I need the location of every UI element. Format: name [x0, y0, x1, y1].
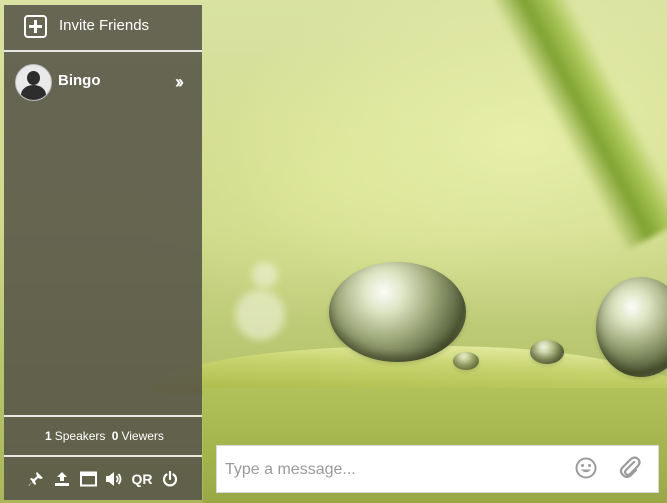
- user-list-item[interactable]: Bingo ››: [4, 55, 202, 105]
- grass-blade-decoration: [470, 0, 667, 252]
- blurred-drop-decoration: [252, 262, 278, 288]
- sidebar-toolbar: QR: [4, 457, 202, 500]
- pin-icon[interactable]: [26, 469, 46, 489]
- water-drop-decoration: [329, 262, 466, 362]
- speakers-label: Speakers: [54, 429, 106, 443]
- paperclip-icon[interactable]: [619, 456, 641, 480]
- upload-icon[interactable]: [52, 469, 72, 489]
- user-name: Bingo: [58, 72, 101, 89]
- invite-friends-button[interactable]: Invite Friends: [4, 5, 202, 52]
- plus-square-icon: [24, 15, 47, 38]
- sidebar: Invite Friends Bingo ›› 1 Speakers 0 Viewe…: [4, 5, 202, 500]
- power-icon[interactable]: [160, 469, 180, 489]
- volume-icon[interactable]: [104, 469, 124, 489]
- water-drop-decoration: [530, 340, 564, 364]
- viewers-label: Viewers: [121, 429, 164, 443]
- speakers-count: 1: [45, 429, 52, 443]
- user-avatar-icon: [15, 64, 52, 101]
- blurred-drop-decoration: [235, 290, 285, 340]
- double-chevron-right-icon[interactable]: ››: [175, 72, 184, 93]
- window-icon[interactable]: [78, 469, 98, 489]
- message-composer: [216, 445, 659, 493]
- emoji-icon[interactable]: [575, 457, 597, 479]
- participant-counts: 1 Speakers 0 Viewers: [4, 415, 202, 457]
- invite-friends-label: Invite Friends: [59, 17, 150, 34]
- message-input[interactable]: [223, 456, 567, 484]
- qr-icon[interactable]: QR: [130, 469, 154, 489]
- viewers-count: 0: [111, 429, 119, 443]
- water-drop-decoration: [453, 352, 479, 370]
